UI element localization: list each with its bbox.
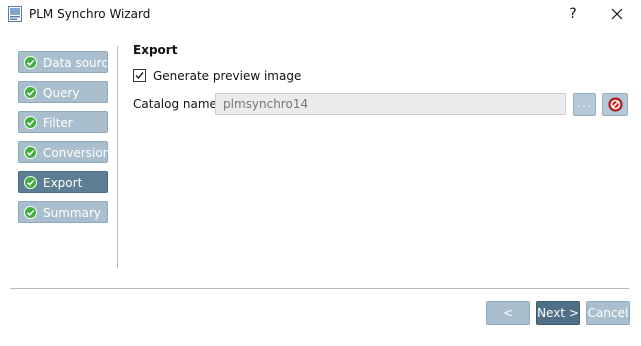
back-button[interactable]: < Back bbox=[486, 301, 530, 342]
check-circle-icon bbox=[24, 86, 37, 99]
close-button[interactable] bbox=[604, 3, 630, 25]
step-export[interactable]: Export bbox=[18, 171, 108, 193]
no-entry-icon bbox=[608, 97, 623, 112]
next-button[interactable]: Next > bbox=[536, 301, 580, 325]
step-label: Conversion bbox=[43, 146, 111, 160]
step-summary[interactable]: Summary bbox=[18, 201, 108, 223]
step-filter[interactable]: Filter bbox=[18, 111, 108, 133]
cancel-button[interactable]: Cancel bbox=[586, 301, 630, 325]
step-label: Filter bbox=[43, 116, 73, 130]
check-circle-icon bbox=[24, 146, 37, 159]
generate-preview-checkbox[interactable] bbox=[133, 69, 146, 82]
checkmark-icon bbox=[135, 72, 144, 80]
check-circle-icon bbox=[24, 206, 37, 219]
check-circle-icon bbox=[24, 176, 37, 189]
vertical-divider bbox=[117, 46, 118, 268]
step-label: Summary bbox=[43, 206, 101, 220]
check-circle-icon bbox=[24, 116, 37, 129]
catalog-name-field[interactable]: plmsynchro14 bbox=[215, 93, 566, 115]
horizontal-divider bbox=[10, 288, 629, 289]
step-query[interactable]: Query bbox=[18, 81, 108, 103]
step-label: Data source bbox=[43, 56, 116, 70]
catalog-name-label: Catalog name: bbox=[133, 97, 221, 111]
browse-button[interactable]: ... bbox=[573, 93, 596, 116]
step-conversion[interactable]: Conversion bbox=[18, 141, 111, 163]
step-label: Export bbox=[43, 176, 83, 190]
app-icon bbox=[8, 6, 22, 22]
close-icon bbox=[611, 8, 623, 20]
step-data-source[interactable]: Data source bbox=[18, 51, 115, 73]
window-title: PLM Synchro Wizard bbox=[29, 7, 151, 21]
step-label: Query bbox=[43, 86, 80, 100]
check-circle-icon bbox=[24, 56, 37, 69]
generate-preview-label[interactable]: Generate preview image bbox=[153, 69, 301, 83]
title-bar: PLM Synchro Wizard ? bbox=[0, 0, 641, 30]
help-button[interactable]: ? bbox=[561, 3, 585, 25]
clear-catalog-button[interactable] bbox=[602, 93, 628, 116]
section-title: Export bbox=[133, 43, 178, 57]
